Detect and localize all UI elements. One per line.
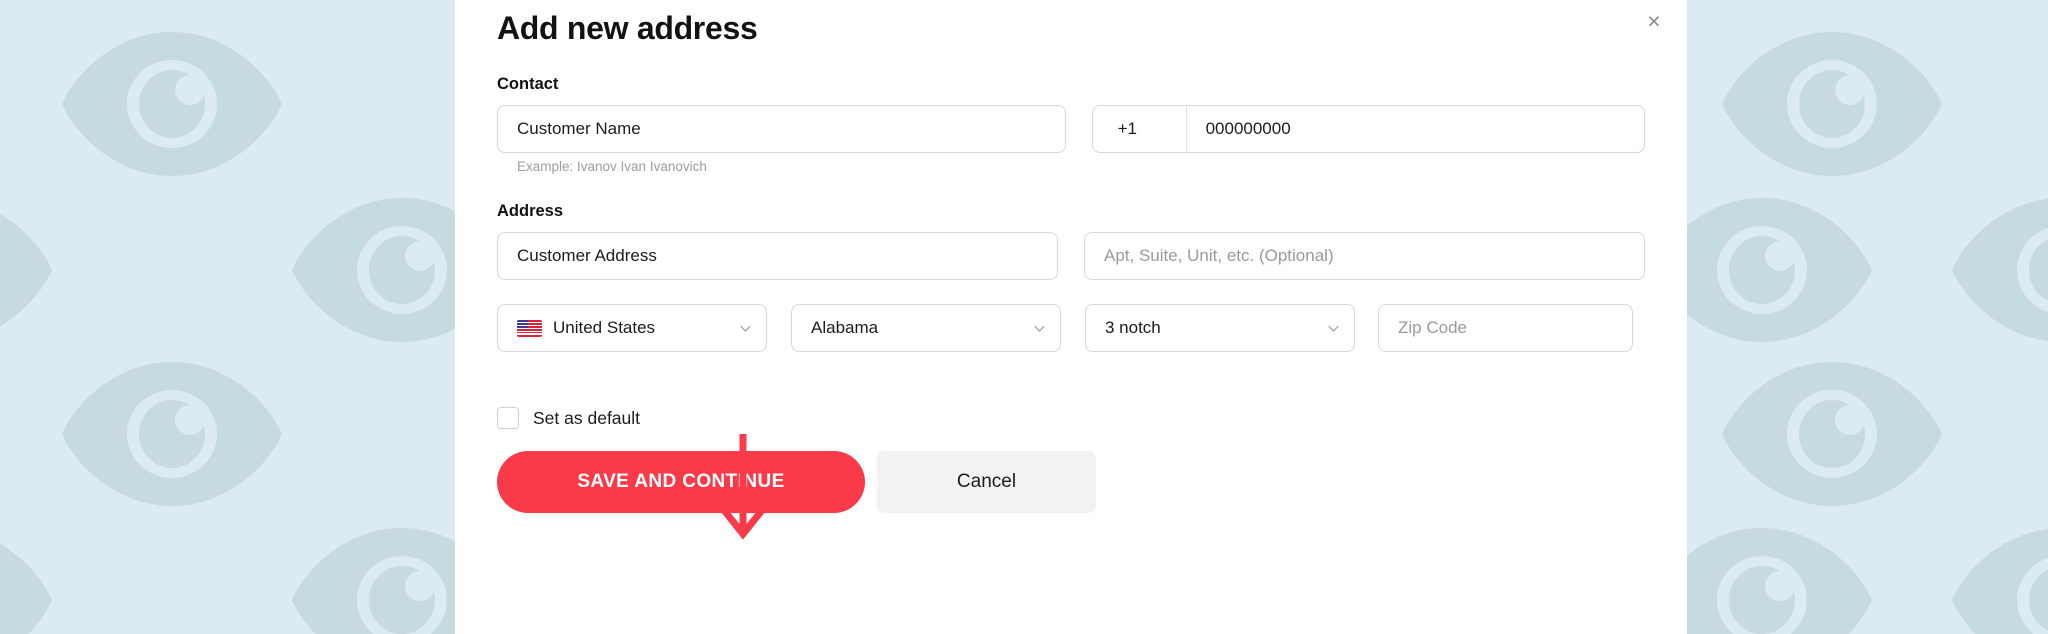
- name-helper-text: Example: Ivanov Ivan Ivanovich: [517, 159, 707, 174]
- zip-code-input[interactable]: Zip Code: [1378, 304, 1633, 352]
- location-row: United States Alabama 3 notch Zip Code: [497, 304, 1645, 352]
- address-row: Customer Address Apt, Suite, Unit, etc. …: [497, 232, 1645, 280]
- address-section-label: Address: [497, 202, 564, 220]
- country-select-value: United States: [553, 318, 656, 337]
- dialog-actions: SAVE AND CONTINUE Cancel: [497, 451, 1645, 513]
- set-as-default-row: Set as default: [497, 407, 1645, 429]
- state-select[interactable]: Alabama: [791, 304, 1061, 352]
- set-as-default-label: Set as default: [533, 407, 641, 428]
- phone-number-input[interactable]: 000000000: [1187, 106, 1644, 152]
- dialog-title: Add new address: [497, 10, 758, 46]
- save-and-continue-button[interactable]: SAVE AND CONTINUE: [497, 451, 865, 513]
- add-address-dialog: × Add new address Contact Customer Name …: [455, 0, 1687, 634]
- country-select[interactable]: United States: [497, 304, 767, 352]
- chevron-down-icon: [1327, 322, 1340, 335]
- cancel-button[interactable]: Cancel: [877, 451, 1096, 513]
- city-select-value: 3 notch: [1105, 318, 1161, 337]
- city-select[interactable]: 3 notch: [1085, 304, 1355, 352]
- set-as-default-checkbox[interactable]: [497, 407, 519, 429]
- phone-input-group: +1 000000000: [1091, 105, 1645, 153]
- contact-row: Customer Name +1 000000000: [497, 105, 1645, 153]
- contact-section-label: Contact: [497, 75, 559, 93]
- apartment-input[interactable]: Apt, Suite, Unit, etc. (Optional): [1084, 232, 1645, 280]
- phone-country-code[interactable]: +1: [1093, 106, 1187, 152]
- customer-address-input[interactable]: Customer Address: [497, 232, 1058, 280]
- us-flag-icon: [517, 319, 542, 337]
- close-icon[interactable]: ×: [1637, 4, 1671, 38]
- customer-name-input[interactable]: Customer Name: [497, 105, 1066, 153]
- state-select-value: Alabama: [811, 318, 879, 337]
- chevron-down-icon: [739, 322, 752, 335]
- chevron-down-icon: [1033, 322, 1046, 335]
